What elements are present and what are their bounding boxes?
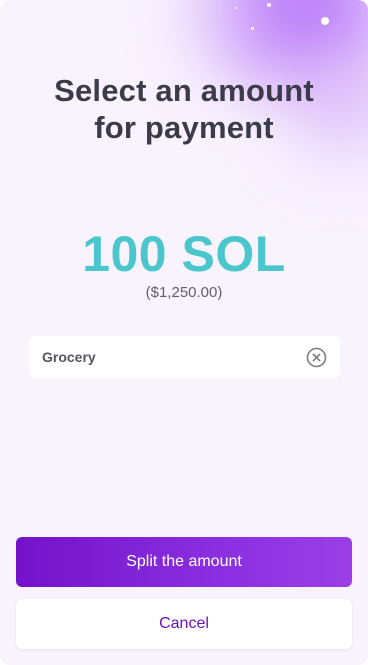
- sparkle-dot: [321, 17, 329, 25]
- note-value[interactable]: Grocery: [42, 349, 306, 365]
- payment-amount-screen: Select an amount for payment 100 SOL ($1…: [0, 0, 368, 665]
- sparkle-dot: [267, 3, 271, 7]
- close-circle-icon[interactable]: [306, 347, 327, 368]
- cancel-label: Cancel: [159, 615, 209, 632]
- split-amount-label: Split the amount: [126, 553, 242, 570]
- sparkle-dot: [251, 27, 254, 30]
- fiat-amount: ($1,250.00): [145, 284, 223, 301]
- sparkle-dot: [235, 7, 237, 9]
- split-amount-button[interactable]: Split the amount: [16, 537, 352, 587]
- page-title: Select an amount for payment: [54, 73, 314, 145]
- cancel-button[interactable]: Cancel: [16, 599, 352, 649]
- note-field[interactable]: Grocery: [29, 336, 340, 378]
- token-amount: 100 SOL: [82, 226, 286, 282]
